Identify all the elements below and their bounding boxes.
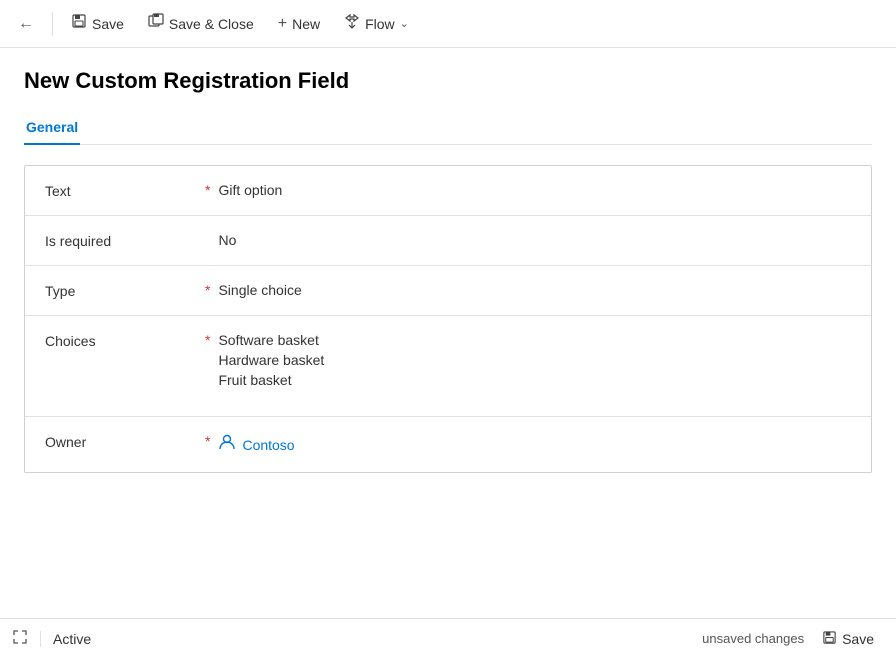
save-button[interactable]: Save: [61, 7, 134, 40]
choice-item-2: Hardware basket: [218, 352, 851, 368]
back-button[interactable]: ←: [8, 9, 44, 39]
choice-item-3: Fruit basket: [218, 372, 851, 388]
status-active-label: Active: [40, 631, 103, 647]
save-label: Save: [92, 16, 124, 32]
field-row-isrequired: Is required * No: [25, 216, 871, 266]
required-star-owner: *: [205, 433, 210, 449]
field-label-owner: Owner: [45, 433, 205, 450]
save-close-button[interactable]: Save & Close: [138, 7, 264, 40]
field-value-text: Gift option: [218, 182, 851, 198]
field-value-choices: Software basket Hardware basket Fruit ba…: [218, 332, 851, 388]
status-left: Active: [12, 629, 103, 648]
save-close-label: Save & Close: [169, 16, 254, 32]
field-label-text: Text: [45, 182, 205, 199]
field-label-isrequired: Is required: [45, 232, 205, 249]
field-value-owner: Contoso: [218, 433, 851, 456]
flow-button[interactable]: Flow ⌄: [334, 7, 419, 40]
save-icon: [71, 13, 87, 34]
tabs: General: [24, 110, 872, 145]
form-container: Text * Gift option Is required * No Type…: [24, 165, 872, 473]
choice-item-1: Software basket: [218, 332, 851, 348]
owner-link[interactable]: Contoso: [218, 433, 851, 456]
flow-icon: [344, 13, 360, 34]
page-content: New Custom Registration Field General Te…: [0, 48, 896, 618]
field-value-type: Single choice: [218, 282, 851, 298]
required-star-type: *: [205, 282, 210, 298]
unsaved-changes-text: unsaved changes: [702, 631, 804, 646]
toolbar: ← Save Save & Close + New: [0, 0, 896, 48]
field-row-type: Type * Single choice: [25, 266, 871, 316]
new-plus-icon: +: [278, 15, 287, 33]
required-star-choices: *: [205, 332, 210, 348]
owner-name: Contoso: [242, 437, 294, 453]
status-bar: Active unsaved changes Save: [0, 618, 896, 658]
status-right: unsaved changes Save: [702, 625, 884, 653]
flow-dropdown-icon: ⌄: [400, 17, 409, 30]
field-label-choices: Choices: [45, 332, 205, 349]
save-close-icon: [148, 13, 164, 34]
field-row-text: Text * Gift option: [25, 166, 871, 216]
toolbar-divider-1: [52, 12, 53, 36]
field-row-owner: Owner * Contoso: [25, 417, 871, 472]
required-star-text: *: [205, 182, 210, 198]
status-save-icon: [822, 630, 837, 648]
flow-label: Flow: [365, 16, 395, 32]
status-save-button[interactable]: Save: [812, 625, 884, 653]
new-label: New: [292, 16, 320, 32]
owner-person-icon: [218, 433, 236, 456]
field-row-choices: Choices * Software basket Hardware baske…: [25, 316, 871, 417]
tab-general[interactable]: General: [24, 111, 80, 145]
page-title: New Custom Registration Field: [24, 68, 872, 94]
new-button[interactable]: + New: [268, 9, 330, 39]
field-value-isrequired: No: [218, 232, 851, 248]
expand-icon[interactable]: [12, 629, 28, 648]
status-save-label: Save: [842, 631, 874, 647]
back-icon: ←: [18, 15, 34, 33]
field-label-type: Type: [45, 282, 205, 299]
